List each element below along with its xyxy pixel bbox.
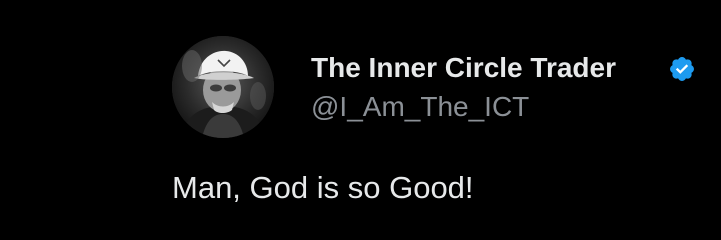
tweet-card: The Inner Circle Trader @I_Am_The_ICT Ma… xyxy=(0,0,721,240)
verified-badge-icon xyxy=(670,57,694,81)
author-display-name[interactable]: The Inner Circle Trader xyxy=(311,50,616,86)
author-handle[interactable]: @I_Am_The_ICT xyxy=(311,90,529,124)
tweet-text: Man, God is so Good! xyxy=(172,170,474,205)
profile-photo-icon xyxy=(172,36,274,138)
author-avatar[interactable] xyxy=(172,36,274,138)
